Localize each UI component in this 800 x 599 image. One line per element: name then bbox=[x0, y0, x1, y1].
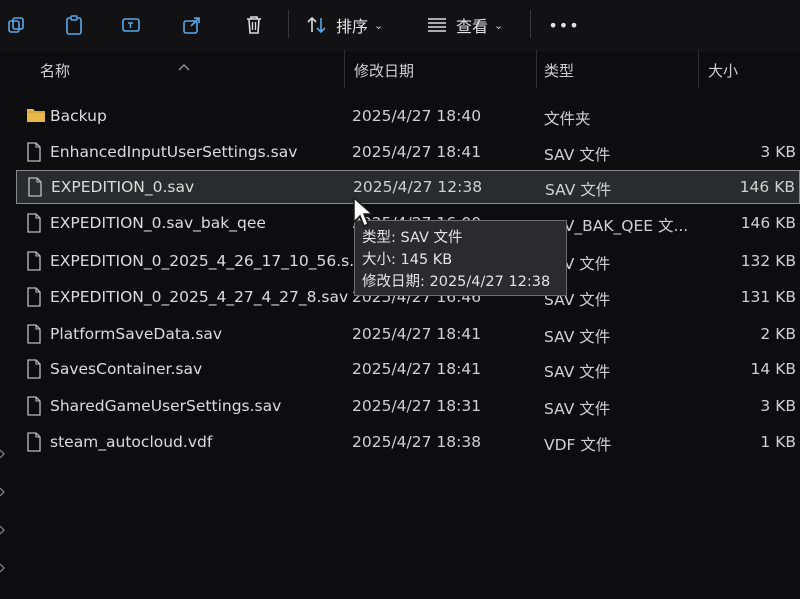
file-name: SavesContainer.sav bbox=[50, 360, 203, 378]
more-icon: ••• bbox=[548, 15, 580, 35]
file-icon bbox=[26, 359, 42, 383]
file-name: EXPEDITION_0.sav bbox=[51, 178, 195, 196]
file-date: 2025/4/27 18:40 bbox=[352, 107, 482, 125]
file-date: 2025/4/27 12:38 bbox=[353, 178, 483, 196]
column-header-row: 名称 修改日期 类型 大小 bbox=[0, 52, 800, 92]
file-name: EXPEDITION_0_2025_4_27_4_27_8.sav bbox=[50, 288, 349, 306]
file-size: 146 KB bbox=[739, 178, 795, 196]
file-size: 14 KB bbox=[750, 360, 796, 378]
column-header-date[interactable]: 修改日期 bbox=[354, 60, 414, 81]
file-type: SAV 文件 bbox=[544, 400, 611, 418]
file-size: 132 KB bbox=[740, 252, 796, 270]
tooltip-type: 类型: SAV 文件 bbox=[362, 230, 463, 246]
file-type: SAV 文件 bbox=[544, 146, 611, 164]
mouse-cursor-icon bbox=[352, 196, 374, 234]
file-type: 文件夹 bbox=[544, 110, 591, 128]
view-button[interactable]: 查看 ⌄ bbox=[426, 10, 516, 40]
file-size: 2 KB bbox=[760, 325, 796, 343]
file-row[interactable]: EnhancedInputUserSettings.sav 2025/4/27 1… bbox=[16, 136, 800, 170]
file-size: 146 KB bbox=[740, 214, 796, 232]
paste-icon[interactable] bbox=[62, 10, 86, 40]
file-name: SharedGameUserSettings.sav bbox=[50, 397, 282, 415]
nav-pane-edge bbox=[0, 440, 6, 590]
file-date: 2025/4/27 18:41 bbox=[352, 360, 482, 378]
file-row[interactable]: SavesContainer.sav 2025/4/27 18:41 SAV 文件 1… bbox=[16, 353, 800, 387]
column-header-name[interactable]: 名称 bbox=[40, 60, 70, 81]
file-row[interactable]: SharedGameUserSettings.sav 2025/4/27 18:3… bbox=[16, 390, 800, 424]
file-size: 3 KB bbox=[760, 143, 796, 161]
chevron-down-icon: ⌄ bbox=[494, 18, 504, 32]
file-icon bbox=[26, 432, 42, 456]
file-type: SAV 文件 bbox=[544, 328, 611, 346]
view-label: 查看 bbox=[456, 17, 489, 36]
file-row[interactable]: steam_autocloud.vdf 2025/4/27 18:38 VDF 文件… bbox=[16, 426, 800, 460]
column-divider[interactable] bbox=[344, 50, 345, 88]
file-row[interactable]: Backup 2025/4/27 18:40 文件夹 bbox=[16, 100, 800, 134]
file-name: Backup bbox=[50, 107, 107, 125]
view-icon bbox=[428, 18, 446, 32]
column-header-size[interactable]: 大小 bbox=[708, 60, 738, 81]
more-options-button[interactable]: ••• bbox=[548, 10, 580, 40]
column-divider[interactable] bbox=[536, 50, 537, 88]
file-date: 2025/4/27 18:31 bbox=[352, 397, 482, 415]
file-icon bbox=[27, 177, 43, 201]
chevron-down-icon: ⌄ bbox=[374, 18, 384, 32]
share-icon[interactable] bbox=[180, 10, 204, 40]
file-type: SAV 文件 bbox=[545, 181, 612, 199]
file-icon bbox=[26, 287, 42, 311]
file-size: 3 KB bbox=[760, 397, 796, 415]
rename-icon[interactable] bbox=[120, 10, 144, 40]
file-icon bbox=[26, 324, 42, 348]
file-tooltip: 类型: SAV 文件 大小: 145 KB 修改日期: 2025/4/27 12… bbox=[354, 220, 567, 296]
file-row[interactable]: PlatformSaveData.sav 2025/4/27 18:41 SAV 文… bbox=[16, 318, 800, 352]
file-type: VDF 文件 bbox=[544, 436, 612, 454]
file-date: 2025/4/27 18:38 bbox=[352, 433, 482, 451]
toolbar-divider bbox=[530, 10, 531, 38]
copy-path-icon[interactable] bbox=[4, 10, 28, 40]
column-header-type[interactable]: 类型 bbox=[544, 60, 574, 81]
tooltip-date: 修改日期: 2025/4/27 12:38 bbox=[362, 274, 551, 290]
file-icon bbox=[26, 213, 42, 237]
file-icon bbox=[26, 251, 42, 275]
folder-icon bbox=[26, 106, 46, 128]
file-name: EXPEDITION_0.sav_bak_qee bbox=[50, 214, 266, 232]
toolbar-divider bbox=[288, 10, 289, 38]
file-name: EnhancedInputUserSettings.sav bbox=[50, 143, 298, 161]
sort-label: 排序 bbox=[336, 17, 369, 36]
sort-icon bbox=[307, 16, 326, 34]
file-type: SAV 文件 bbox=[544, 363, 611, 381]
column-divider[interactable] bbox=[698, 50, 699, 88]
file-size: 1 KB bbox=[760, 433, 796, 451]
sort-button[interactable]: 排序 ⌄ bbox=[306, 10, 396, 40]
file-name: EXPEDITION_0_2025_4_26_17_10_56.s... bbox=[50, 252, 364, 270]
delete-icon[interactable] bbox=[242, 10, 266, 40]
file-date: 2025/4/27 18:41 bbox=[352, 325, 482, 343]
command-bar: 排序 ⌄ 查看 ⌄ ••• bbox=[0, 0, 800, 52]
file-name: steam_autocloud.vdf bbox=[50, 433, 213, 451]
file-date: 2025/4/27 18:41 bbox=[352, 143, 482, 161]
tooltip-size: 大小: 145 KB bbox=[362, 252, 453, 268]
file-row[interactable]: EXPEDITION_0.sav 2025/4/27 12:38 SAV 文件 146… bbox=[16, 170, 800, 204]
file-size: 131 KB bbox=[740, 288, 796, 306]
file-icon bbox=[26, 142, 42, 166]
file-icon bbox=[26, 396, 42, 420]
file-name: PlatformSaveData.sav bbox=[50, 325, 223, 343]
